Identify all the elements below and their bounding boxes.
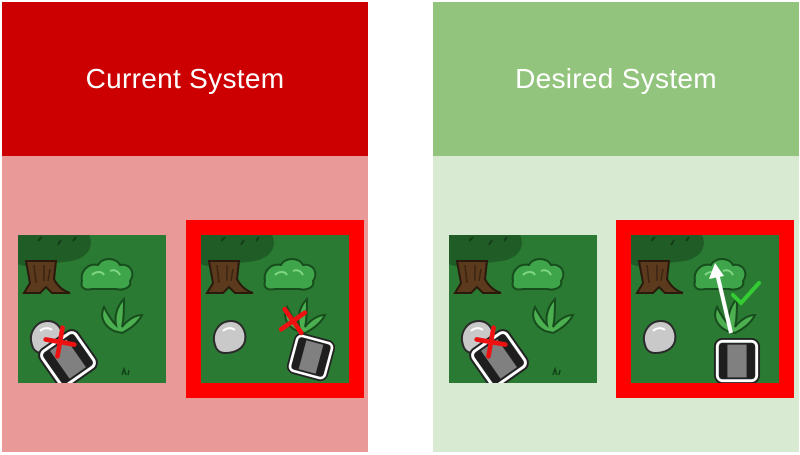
desired-system-title: Desired System xyxy=(515,63,717,94)
current-scene-plant xyxy=(201,235,349,383)
current-system-title: Current System xyxy=(85,63,285,94)
robot-icon xyxy=(713,337,761,383)
desired-system-header: Desired System xyxy=(433,2,799,156)
current-scene-rock xyxy=(18,235,166,383)
current-system-header: Current System xyxy=(2,2,368,156)
desired-scene-rock xyxy=(449,235,597,383)
desired-scene-plant xyxy=(631,235,779,383)
